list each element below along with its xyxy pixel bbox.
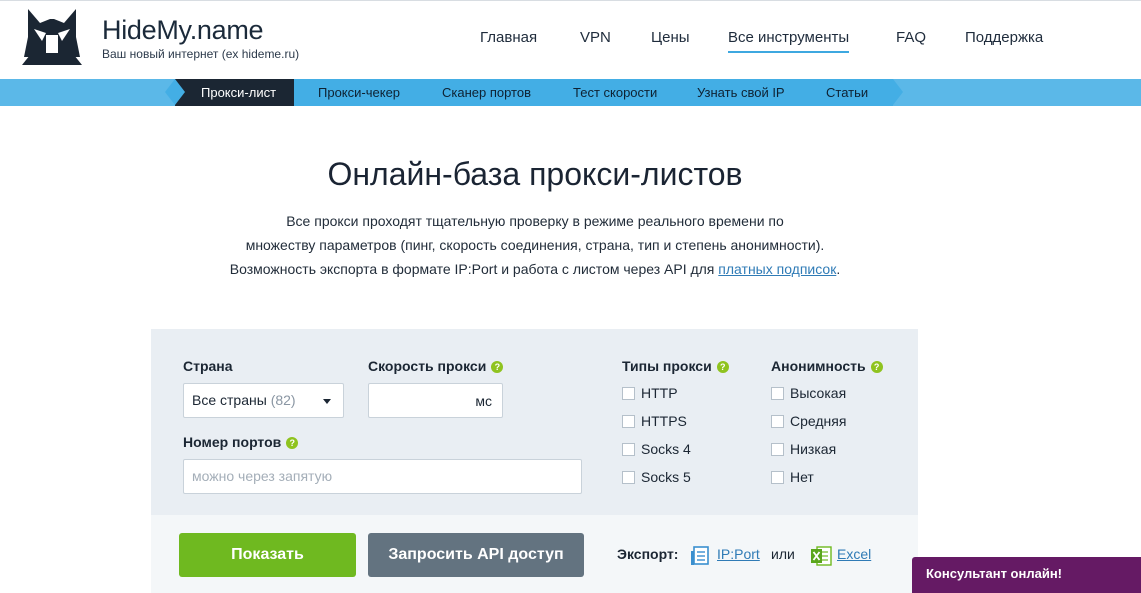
checkbox-box[interactable] <box>622 471 635 484</box>
nav-item-faq[interactable]: FAQ <box>896 29 926 46</box>
chevron-down-icon <box>323 399 331 404</box>
tools-subnav: Прокси-лист Прокси-чекер Сканер портов Т… <box>0 79 1141 106</box>
type-label: HTTP <box>641 385 678 401</box>
nav-item-home[interactable]: Главная <box>480 29 537 46</box>
speed-input[interactable]: мс <box>368 383 503 418</box>
country-count: (82) <box>270 392 296 408</box>
anon-checkbox-low[interactable]: Низкая <box>771 440 836 458</box>
checkbox-box[interactable] <box>771 471 784 484</box>
nav-item-prices[interactable]: Цены <box>651 29 690 46</box>
paid-subscriptions-link[interactable]: платных подписок <box>718 261 836 277</box>
description-line-3-end: . <box>836 261 841 277</box>
type-checkbox-https[interactable]: HTTPS <box>622 412 687 430</box>
checkbox-box[interactable] <box>622 387 635 400</box>
description-line-2: множеству параметров (пинг, скорость сое… <box>245 237 825 253</box>
list-file-icon[interactable] <box>690 545 712 567</box>
type-checkbox-http[interactable]: HTTP <box>622 384 678 402</box>
checkbox-box[interactable] <box>771 387 784 400</box>
ports-label-text: Номер портов <box>183 434 282 450</box>
type-label: Socks 4 <box>641 441 691 457</box>
anonymity-label-text: Анонимность <box>771 358 866 374</box>
checkbox-box[interactable] <box>771 443 784 456</box>
subnav-item-my-ip[interactable]: Узнать свой IP <box>697 79 785 106</box>
page-title: Онлайн-база прокси-листов <box>327 156 743 192</box>
type-label: Socks 5 <box>641 469 691 485</box>
anon-label: Нет <box>790 469 814 485</box>
or-text: или <box>771 546 795 562</box>
speed-label-text: Скорость прокси <box>368 358 487 374</box>
nav-item-all-tools[interactable]: Все инструменты <box>728 29 850 53</box>
help-icon[interactable]: ? <box>716 361 729 373</box>
help-icon[interactable]: ? <box>491 361 504 373</box>
checkbox-box[interactable] <box>622 415 635 428</box>
excel-icon[interactable] <box>810 545 832 567</box>
anon-checkbox-none[interactable]: Нет <box>771 468 814 486</box>
site-header: HideMy.name Ваш новый интернет (ex hidem… <box>0 0 1141 79</box>
type-checkbox-socks4[interactable]: Socks 4 <box>622 440 691 458</box>
ports-input[interactable]: можно через запятую <box>183 459 582 494</box>
export-label: Экспорт: <box>617 546 678 562</box>
subnav-item-port-scanner[interactable]: Сканер портов <box>442 79 531 106</box>
proxy-types-label: Типы прокси? <box>622 358 729 374</box>
description-line-3: Возможность экспорта в формате IP:Port и… <box>160 257 910 281</box>
anon-label: Средняя <box>790 413 847 429</box>
country-select-value: Все страны <box>192 392 267 408</box>
anon-checkbox-high[interactable]: Высокая <box>771 384 846 402</box>
consultant-online-button[interactable]: Консультант онлайн! <box>912 557 1141 593</box>
export-excel-link[interactable]: Excel <box>837 546 871 562</box>
description-line-3-text: Возможность экспорта в формате IP:Port и… <box>229 261 719 277</box>
type-checkbox-socks5[interactable]: Socks 5 <box>622 468 691 486</box>
export-label-text: Экспорт: <box>617 546 679 562</box>
country-label: Страна <box>183 358 233 374</box>
subnav-item-articles[interactable]: Статьи <box>826 79 868 106</box>
speed-label: Скорость прокси? <box>368 358 504 374</box>
nav-item-support[interactable]: Поддержка <box>965 29 1043 46</box>
export-ipport-link[interactable]: IP:Port <box>717 546 760 562</box>
help-icon[interactable]: ? <box>286 437 299 449</box>
page-description: Все прокси проходят тщательную проверку … <box>160 209 910 281</box>
main-nav: Главная VPN Цены Все инструменты FAQ Под… <box>0 29 1141 53</box>
speed-unit: мс <box>475 393 492 409</box>
description-line-1: Все прокси проходят тщательную проверку … <box>286 213 784 229</box>
anonymity-label: Анонимность? <box>771 358 883 374</box>
anon-checkbox-medium[interactable]: Средняя <box>771 412 846 430</box>
subnav-item-proxy-checker[interactable]: Прокси-чекер <box>318 79 400 106</box>
checkbox-box[interactable] <box>771 415 784 428</box>
anon-label: Низкая <box>790 441 837 457</box>
help-icon[interactable]: ? <box>870 361 883 373</box>
subnav-item-proxy-list[interactable]: Прокси-лист <box>175 79 295 106</box>
checkbox-box[interactable] <box>622 443 635 456</box>
nav-item-vpn[interactable]: VPN <box>580 29 611 46</box>
request-api-button[interactable]: Запросить API доступ <box>368 533 584 577</box>
country-select[interactable]: Все страны (82) <box>183 383 344 418</box>
subnav-item-speed-test[interactable]: Тест скорости <box>573 79 657 106</box>
page: HideMy.name Ваш новый интернет (ex hidem… <box>0 0 1141 593</box>
ports-label: Номер портов? <box>183 434 299 450</box>
proxy-types-label-text: Типы прокси <box>622 358 712 374</box>
anon-label: Высокая <box>790 385 847 401</box>
type-label: HTTPS <box>641 413 687 429</box>
show-button[interactable]: Показать <box>179 533 356 577</box>
